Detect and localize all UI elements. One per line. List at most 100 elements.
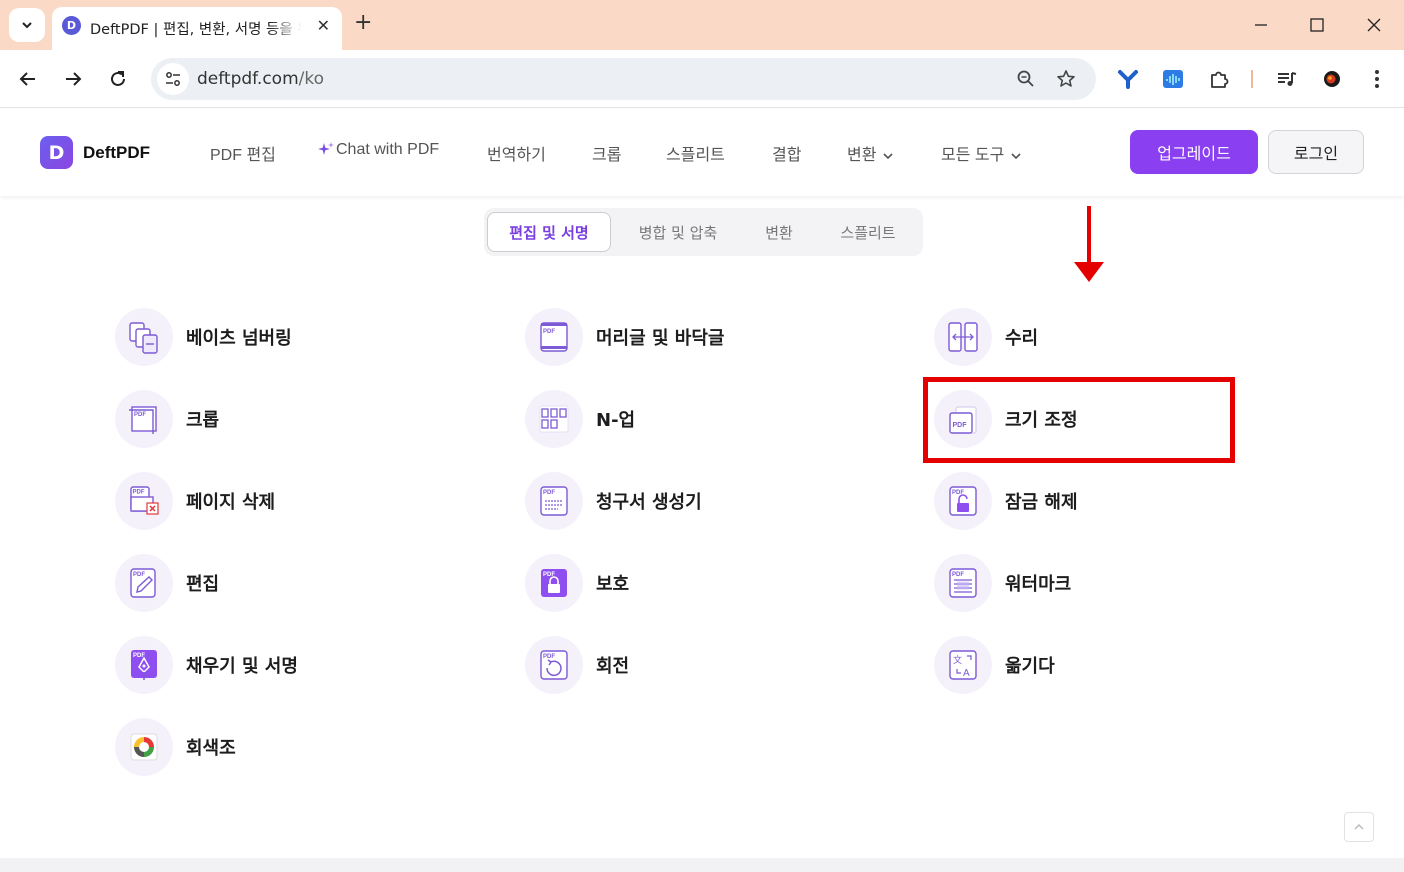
deftpdf-favicon-icon: D [62,16,81,35]
svg-text:PDF: PDF [133,490,145,496]
svg-text:A: A [963,668,970,679]
back-button[interactable] [12,63,44,95]
nav-translate[interactable]: 번역하기 [487,141,546,165]
grayscale-icon [115,718,173,776]
close-window-button[interactable] [1361,12,1387,38]
close-icon [1367,18,1381,32]
reload-button[interactable] [102,63,134,95]
tab-edit-sign[interactable]: 편집 및 서명 [487,212,611,252]
tool-invoice-generator[interactable]: PDF 청구서 생성기 [525,472,702,530]
tool-label: 페이지 삭제 [186,492,276,513]
tool-rotate[interactable]: PDF 회전 [525,636,629,694]
upgrade-button[interactable]: 업그레이드 [1130,130,1258,174]
tab-search-button[interactable] [9,8,45,42]
tool-unlock[interactable]: PDF 잠금 해제 [934,472,1078,530]
chevron-down-icon [22,22,32,29]
tool-repair[interactable]: 수리 [934,308,1038,366]
tool-bates-numbering[interactable]: 베이츠 넘버링 [115,308,292,366]
sparkle-icon [318,142,334,155]
tool-label: 채우기 및 서명 [186,656,298,677]
deftpdf-logo-icon: D [40,136,73,169]
minimize-icon [1255,24,1267,26]
close-tab-icon[interactable]: ✕ [317,16,330,35]
tool-label: 청구서 생성기 [596,492,702,513]
extension-y-icon[interactable] [1116,67,1140,91]
tool-label: 회색조 [186,738,236,759]
svg-text:PDF: PDF [133,572,145,578]
chevron-up-icon [1354,823,1364,830]
header-footer-icon: PDF [525,308,583,366]
address-bar[interactable]: deftpdf.com/ko [151,58,1096,100]
svg-text:文: 文 [953,654,962,666]
browser-title-bar: D DeftPDF | 편집, 변환, 서명 등을 위한 무료 온라인 PDF … [0,0,1404,50]
site-info-button[interactable] [157,63,189,95]
annotation-highlight-box [923,377,1235,463]
tool-label: 편집 [186,574,220,595]
tool-protect[interactable]: PDF 보호 [525,554,629,612]
unlock-icon: PDF [934,472,992,530]
tool-translate[interactable]: 文A 옮기다 [934,636,1055,694]
tool-edit[interactable]: PDF 편집 [115,554,219,612]
nav-merge[interactable]: 결합 [772,141,801,165]
nav-pdf-edit[interactable]: PDF 편집 [210,141,276,165]
tool-grayscale[interactable]: 회색조 [115,718,236,776]
fill-sign-icon: PDF [115,636,173,694]
page-bottom-band [0,858,1404,872]
url-path: /ko [298,69,325,89]
extension-audio-icon[interactable] [1161,67,1185,91]
arrow-left-icon [19,72,35,86]
forward-button[interactable] [57,63,89,95]
nav-all-tools-dropdown[interactable]: 모든 도구 [941,141,1022,165]
tool-n-up[interactable]: N-업 [525,390,635,448]
tab-split[interactable]: 스플리트 [824,212,912,252]
profile-avatar-icon[interactable] [1320,67,1344,91]
category-tabs: 편집 및 서명 병합 및 압축 변환 스플리트 [484,208,923,256]
tool-label: 보호 [596,574,630,595]
nav-split[interactable]: 스플리트 [666,141,725,165]
rotate-icon: PDF [525,636,583,694]
browser-menu-icon[interactable] [1365,67,1389,91]
browser-toolbar: deftpdf.com/ko [0,50,1404,108]
tool-header-footer[interactable]: PDF 머리글 및 바닥글 [525,308,724,366]
tab-merge-compress[interactable]: 병합 및 압축 [621,212,735,252]
tool-label: 워터마크 [1005,574,1072,595]
new-tab-button[interactable]: + [354,10,372,35]
nav-convert-dropdown[interactable]: 변환 [847,141,894,165]
back-to-top-button[interactable] [1344,812,1374,842]
svg-text:PDF: PDF [134,412,146,418]
chevron-down-icon [1011,153,1021,159]
login-button[interactable]: 로그인 [1268,130,1364,174]
nav-convert-label: 변환 [847,147,877,164]
tool-watermark[interactable]: PDF 워터마크 [934,554,1071,612]
bookmark-star-icon[interactable] [1054,67,1078,91]
url-domain: deftpdf.com [197,69,299,89]
url-text[interactable]: deftpdf.com/ko [197,69,324,89]
deftpdf-logo[interactable]: D DeftPDF [40,136,150,169]
protect-icon: PDF [525,554,583,612]
tool-label: 머리글 및 바닥글 [596,328,725,349]
maximize-button[interactable] [1304,12,1330,38]
tool-label: N-업 [596,410,636,431]
zoom-icon[interactable] [1014,67,1038,91]
browser-tab-active[interactable]: D DeftPDF | 편집, 변환, 서명 등을 위한 무료 온라인 PDF … [52,7,342,50]
invoice-generator-icon: PDF [525,472,583,530]
annotation-arrow [1074,206,1104,282]
nav-crop[interactable]: 크롭 [592,141,621,165]
extensions-puzzle-icon[interactable] [1207,67,1231,91]
crop-icon: PDF [115,390,173,448]
nav-all-tools-label: 모든 도구 [941,147,1005,164]
logo-text: DeftPDF [83,142,151,162]
translate-icon: 文A [934,636,992,694]
media-control-icon[interactable] [1275,67,1299,91]
tool-delete-pages[interactable]: PDF 페이지 삭제 [115,472,275,530]
tool-label: 베이츠 넘버링 [186,328,292,349]
repair-icon [934,308,992,366]
svg-text:PDF: PDF [952,572,964,578]
tune-icon [166,72,180,86]
tool-fill-sign[interactable]: PDF 채우기 및 서명 [115,636,298,694]
nav-chat-with-pdf[interactable]: Chat with PDF [318,141,439,159]
tool-crop[interactable]: PDF 크롭 [115,390,219,448]
tool-label: 잠금 해제 [1005,492,1078,513]
minimize-button[interactable] [1248,12,1274,38]
tab-convert[interactable]: 변환 [749,212,809,252]
